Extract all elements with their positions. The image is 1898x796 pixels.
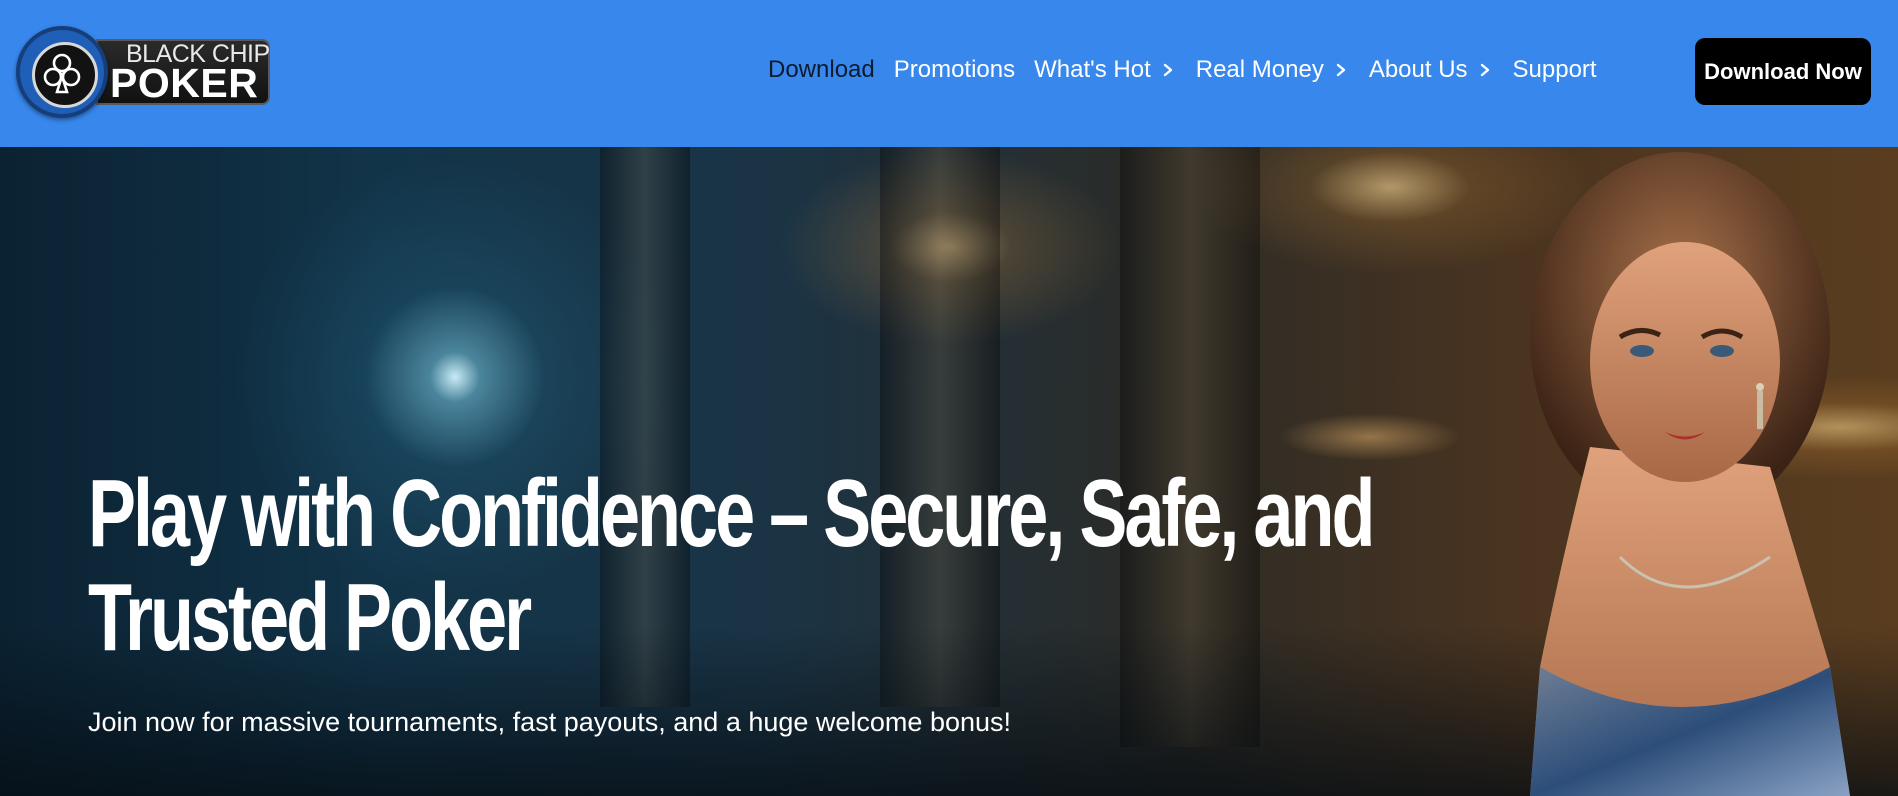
hero-banner: Play with Confidence – Secure, Safe, and… xyxy=(0,147,1898,796)
nav-item-label: Download xyxy=(768,56,875,83)
hero-model-image xyxy=(1530,152,1850,796)
nav-item-promotions[interactable]: Promotions xyxy=(894,56,1015,84)
logo-text-bottom: POKER xyxy=(110,60,259,106)
club-chip-icon xyxy=(16,26,108,118)
chevron-right-icon xyxy=(1163,63,1172,77)
hero-headline: Play with Confidence – Secure, Safe, and… xyxy=(88,462,1375,671)
hero-headline-line-1: Play with Confidence – Secure, Safe, and xyxy=(88,460,1375,567)
nav-item-download[interactable]: Download xyxy=(768,56,875,84)
main-nav: Download Promotions What's Hot Real Mone… xyxy=(768,52,1616,88)
nav-item-label: About Us xyxy=(1368,56,1468,83)
nav-item-support[interactable]: Support xyxy=(1513,56,1597,84)
chevron-right-icon xyxy=(1480,63,1489,77)
hero-headline-line-2: Trusted Poker xyxy=(88,564,532,671)
download-now-button[interactable]: Download Now xyxy=(1695,38,1871,105)
nav-item-label: Support xyxy=(1512,56,1597,83)
nav-item-label: Promotions xyxy=(893,56,1016,83)
nav-item-label: Real Money xyxy=(1195,56,1324,83)
club-icon xyxy=(43,53,81,94)
hero-subheadline: Join now for massive tournaments, fast p… xyxy=(88,707,1012,737)
brand-logo[interactable]: BLACK CHIP POKER xyxy=(16,26,270,118)
chevron-right-icon xyxy=(1336,63,1346,77)
nav-item-real-money[interactable]: Real Money xyxy=(1196,56,1350,84)
site-header: BLACK CHIP POKER Download Promotions Wha… xyxy=(0,0,1898,147)
nav-item-whats-hot[interactable]: What's Hot xyxy=(1034,56,1177,84)
nav-item-label: What's Hot xyxy=(1034,56,1151,83)
nav-item-about-us[interactable]: About Us xyxy=(1369,56,1494,84)
